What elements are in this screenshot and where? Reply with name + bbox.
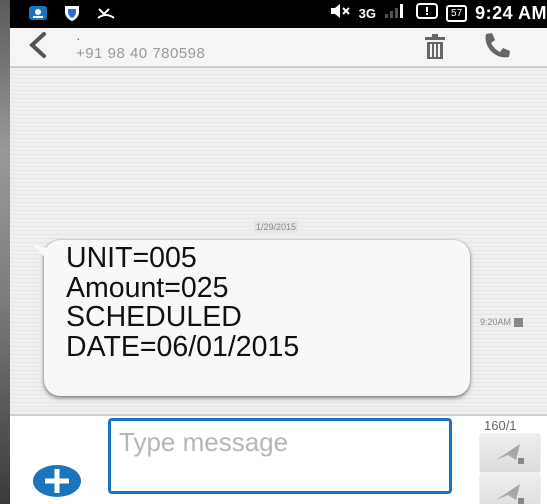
send-button[interactable] — [480, 434, 540, 472]
app-frame: 3G 57 9:24 AM · +91 98 40 780598 1/29/20… — [10, 0, 547, 504]
missed-call-icon — [96, 4, 116, 22]
phone-icon — [485, 33, 510, 58]
signal-icon — [384, 3, 408, 24]
message-list[interactable]: 1/29/2015 UNIT=005 Amount=025 SCHEDULED … — [10, 68, 547, 414]
message-timestamp: 9:20AM — [480, 317, 524, 327]
sim-alert-icon — [416, 3, 439, 24]
system-icons: 3G 57 9:24 AM — [329, 3, 547, 24]
bubble-tail — [32, 244, 54, 266]
send-sim2-button[interactable] — [480, 474, 540, 504]
mute-icon — [329, 3, 351, 24]
compose-divider — [10, 414, 547, 416]
attach-button[interactable] — [32, 464, 82, 498]
background-edge — [0, 0, 10, 504]
status-bar: 3G 57 9:24 AM — [10, 0, 547, 28]
shield-icon — [62, 4, 82, 22]
contact-number: +91 98 40 780598 — [76, 45, 206, 62]
trash-icon — [425, 34, 445, 59]
back-button[interactable] — [24, 30, 50, 66]
contact-name: · — [76, 30, 81, 46]
message-bubble[interactable]: UNIT=005 Amount=025 SCHEDULED DATE=06/01… — [32, 240, 470, 396]
message-text: UNIT=005 Amount=025 SCHEDULED DATE=06/01… — [66, 242, 300, 363]
date-divider: 1/29/2015 — [254, 221, 299, 233]
send-icon — [496, 484, 524, 504]
char-counter: 160/1 — [484, 418, 517, 433]
network-type: 3G — [358, 6, 377, 21]
compose-bar: 160/1 — [10, 414, 547, 504]
message-input[interactable] — [108, 418, 452, 494]
call-button[interactable] — [482, 31, 514, 61]
sim-icon — [514, 317, 524, 327]
notification-icons — [28, 4, 116, 22]
contact-card-icon — [28, 4, 48, 22]
message-time: 9:20AM — [480, 317, 512, 327]
status-clock: 9:24 AM — [475, 3, 547, 23]
delete-button[interactable] — [422, 34, 448, 60]
conversation-header: · +91 98 40 780598 — [10, 28, 547, 68]
send-icon — [496, 444, 524, 464]
add-icon — [33, 465, 81, 497]
battery-level: 57 — [446, 5, 468, 22]
back-arrow-icon — [29, 32, 46, 58]
